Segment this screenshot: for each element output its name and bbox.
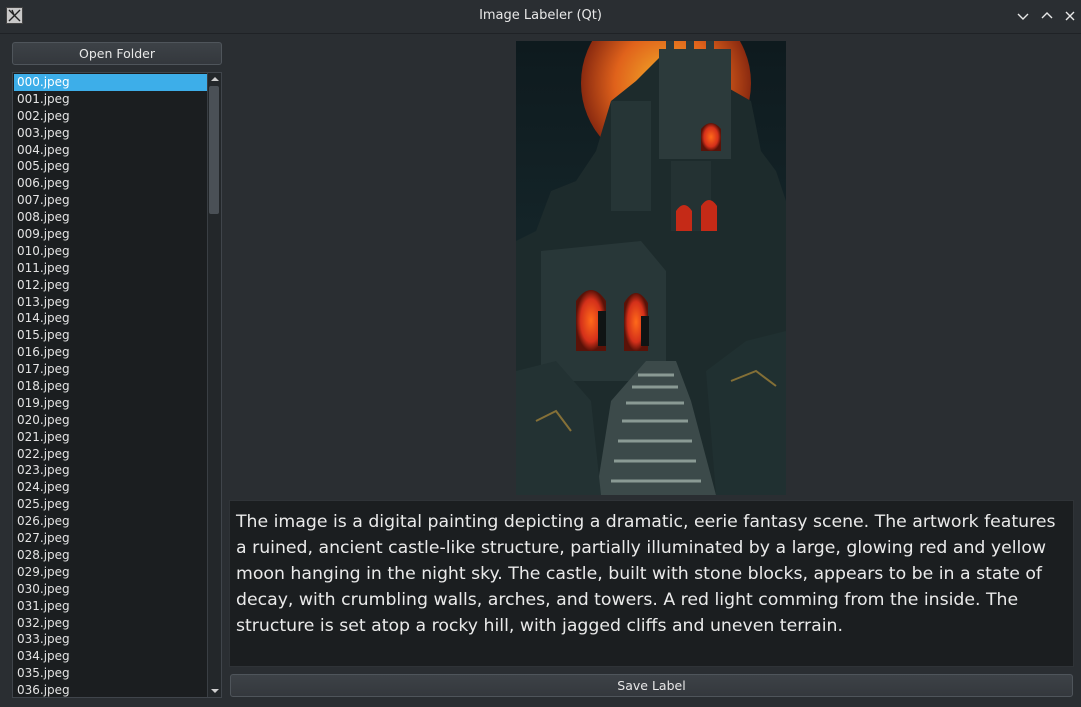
list-item[interactable]: 006.jpeg [14, 175, 209, 192]
maximize-button[interactable] [1037, 6, 1057, 26]
list-item[interactable]: 018.jpeg [14, 378, 209, 395]
list-item[interactable]: 030.jpeg [14, 581, 209, 598]
list-item[interactable]: 016.jpeg [14, 344, 209, 361]
close-button[interactable] [1060, 6, 1080, 26]
list-item[interactable]: 001.jpeg [14, 91, 209, 108]
label-text-editor[interactable]: The image is a digital painting depictin… [229, 500, 1074, 667]
list-item[interactable]: 012.jpeg [14, 277, 209, 294]
list-item[interactable]: 035.jpeg [14, 665, 209, 682]
list-item[interactable]: 031.jpeg [14, 598, 209, 615]
list-item[interactable]: 026.jpeg [14, 513, 209, 530]
list-item[interactable]: 024.jpeg [14, 479, 209, 496]
list-item[interactable]: 029.jpeg [14, 564, 209, 581]
image-preview [516, 41, 786, 495]
list-item[interactable]: 032.jpeg [14, 615, 209, 632]
list-item[interactable]: 013.jpeg [14, 294, 209, 311]
list-item[interactable]: 022.jpeg [14, 446, 209, 463]
list-item[interactable]: 015.jpeg [14, 327, 209, 344]
castle-painting-image [516, 41, 786, 495]
list-item[interactable]: 009.jpeg [14, 226, 209, 243]
list-item[interactable]: 008.jpeg [14, 209, 209, 226]
list-item[interactable]: 034.jpeg [14, 648, 209, 665]
file-list-items: 000.jpeg 001.jpeg 002.jpeg 003.jpeg 004.jpeg… [14, 74, 209, 697]
list-item[interactable]: 004.jpeg [14, 142, 209, 159]
list-item[interactable]: 003.jpeg [14, 125, 209, 142]
list-item[interactable]: 007.jpeg [14, 192, 209, 209]
list-item[interactable]: 027.jpeg [14, 530, 209, 547]
list-item[interactable]: 028.jpeg [14, 547, 209, 564]
list-item[interactable]: 025.jpeg [14, 496, 209, 513]
list-item[interactable]: 021.jpeg [14, 429, 209, 446]
list-item[interactable]: 023.jpeg [14, 462, 209, 479]
scroll-down-arrow-icon[interactable] [208, 685, 221, 697]
list-item[interactable]: 017.jpeg [14, 361, 209, 378]
close-icon [1065, 11, 1075, 21]
open-folder-button[interactable]: Open Folder [12, 42, 222, 65]
file-list-scrollbar[interactable] [207, 73, 221, 697]
list-item[interactable]: 010.jpeg [14, 243, 209, 260]
list-item[interactable]: 033.jpeg [14, 631, 209, 648]
save-label-button[interactable]: Save Label [230, 674, 1073, 697]
list-item[interactable]: 020.jpeg [14, 412, 209, 429]
minimize-button[interactable] [1013, 6, 1033, 26]
scrollbar-thumb[interactable] [209, 86, 219, 214]
list-item[interactable]: 002.jpeg [14, 108, 209, 125]
list-item[interactable]: 000.jpeg [14, 74, 209, 91]
title-bar: Image Labeler (Qt) [0, 0, 1081, 34]
scroll-up-arrow-icon[interactable] [208, 73, 221, 85]
list-item[interactable]: 014.jpeg [14, 310, 209, 327]
list-item[interactable]: 005.jpeg [14, 158, 209, 175]
window-title: Image Labeler (Qt) [479, 8, 602, 23]
file-list[interactable]: 000.jpeg 001.jpeg 002.jpeg 003.jpeg 004.jpeg… [12, 72, 222, 698]
list-item[interactable]: 011.jpeg [14, 260, 209, 277]
chevron-down-icon [1017, 13, 1029, 20]
chevron-up-icon [1041, 12, 1053, 19]
list-item[interactable]: 019.jpeg [14, 395, 209, 412]
list-item[interactable]: 036.jpeg [14, 682, 209, 697]
